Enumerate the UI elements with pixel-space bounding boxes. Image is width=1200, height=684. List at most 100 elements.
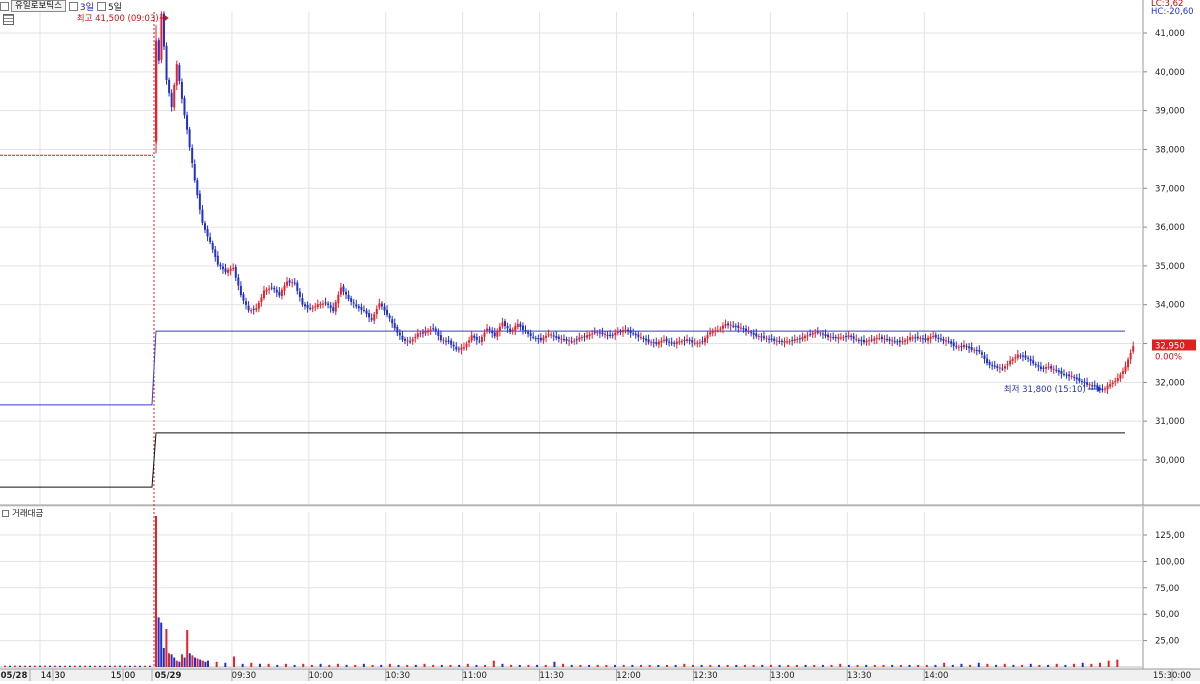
candle-body [1109,384,1112,387]
candle-body [175,64,178,86]
volume-bar [717,664,720,667]
candle-body [757,336,760,338]
volume-bar [657,664,660,667]
candle-body [280,289,283,297]
candle-body [1104,388,1106,390]
option-3day-checkbox[interactable] [68,1,78,11]
volume-bar [224,662,227,667]
candle-body [1132,346,1135,352]
candle-body [724,324,727,327]
volume-bar [709,664,712,667]
candle-body [573,340,576,342]
volume-bar [544,664,547,667]
volume-bar [1090,663,1093,667]
candle-body [1006,364,1009,366]
candle-body [857,340,860,342]
candle-body [865,340,868,343]
stock-checkbox[interactable] [0,1,9,11]
candle-body [350,298,353,302]
candle-body [450,340,453,345]
volume-bar [995,664,998,667]
volume-bar [204,661,207,667]
volume-bar [39,665,41,667]
candle-body [265,289,268,292]
candle-body [804,336,806,339]
option-3day-label: 3일 [79,2,94,13]
volume-bar [484,664,487,667]
volume-bar [139,665,141,667]
volume-y-tick-label: 25,00 [1155,637,1179,647]
candle-body [370,318,373,320]
candle-body [224,268,227,273]
option-3day[interactable]: 3일 [68,0,94,13]
candle-body [427,330,430,333]
candle-body [460,347,463,350]
stock-name-box[interactable]: 유일로보틱스 [0,0,66,12]
table-grid-icon[interactable] [3,14,14,25]
candle-body [727,323,730,326]
option-5day-checkbox[interactable] [96,1,106,11]
candle-body [619,331,622,333]
candle-body [414,337,417,339]
candle-body [611,334,614,336]
candle-body [945,340,948,342]
option-5day[interactable]: 5일 [96,0,122,13]
candle-body [360,306,363,310]
y-tick-label: 31,000 [1155,417,1185,427]
candle-body [688,339,691,341]
candle-body [565,338,568,341]
volume-bar [94,665,96,667]
candle-body [1073,376,1076,378]
candle-body [493,332,496,337]
candle-body [462,347,465,349]
x-tick-label: 10:00 [309,671,334,681]
candle-body [252,308,255,310]
candle-body [570,341,573,343]
candle-body [365,310,368,314]
candle-body [824,334,827,336]
y-tick-label: 32,000 [1155,378,1185,388]
volume-bar [186,630,189,667]
volume-bar [302,663,305,667]
volume-bar [1064,664,1067,667]
candle-body [1029,359,1032,362]
candle-body [839,337,842,339]
y-tick-label: 40,000 [1155,68,1185,78]
candle-body [1093,385,1096,387]
candle-body [465,343,468,348]
candle-body [883,338,886,340]
candle-body [1034,364,1037,366]
candle-body [604,333,606,335]
candle-body [470,335,473,341]
candle-body [334,302,337,312]
volume-bars [4,515,1119,667]
candle-body [439,335,442,341]
volume-bar [1099,662,1102,667]
volume-panel-toggle-icon[interactable] [2,509,9,517]
candle-body [1119,374,1122,379]
candle-body [475,337,478,341]
candle-body [1124,366,1127,372]
volume-bar [336,663,339,667]
candle-body [409,341,412,343]
volume-bar [1003,663,1006,667]
volume-bar [666,664,668,667]
candle-body [286,281,289,286]
volume-bar [34,665,36,667]
y-tick-label: 30,000 [1155,456,1185,466]
candle-body [473,335,476,338]
candle-body [309,308,312,310]
volume-bar [1116,659,1119,667]
candle-body [306,304,309,308]
candle-body [721,325,724,329]
volume-bar [475,664,478,667]
candle-body [891,340,894,342]
chart-toolbar: 유일로보틱스 3일 5일 [0,0,122,13]
volume-bar [891,664,894,667]
candle-body [627,329,630,332]
candle-body [301,297,304,305]
volume-bar [934,664,937,667]
candle-body [293,282,296,284]
candle-body [873,338,876,341]
volume-bar [622,664,625,667]
